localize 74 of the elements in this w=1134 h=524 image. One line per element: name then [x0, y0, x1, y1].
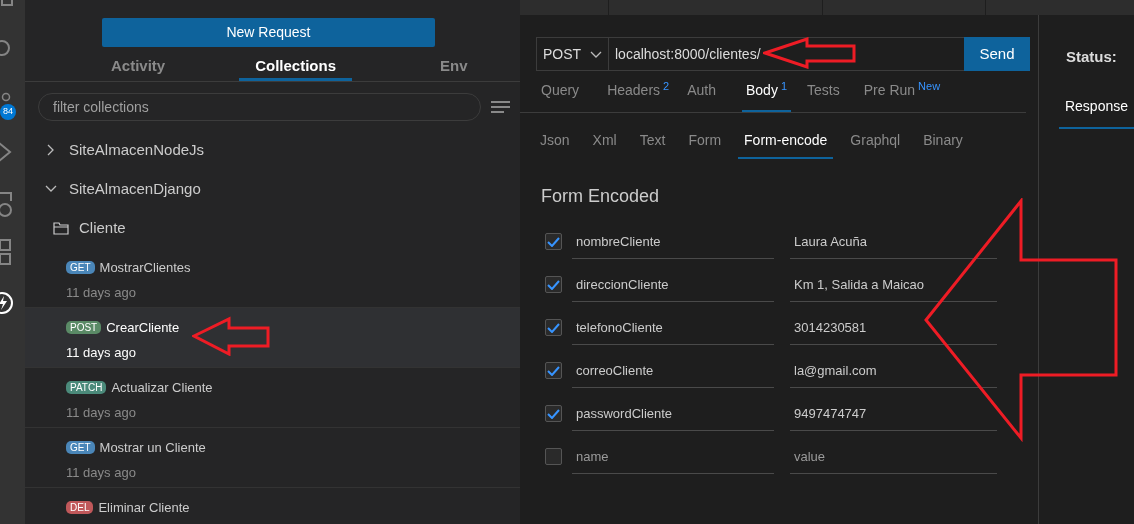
checkbox[interactable]: [545, 233, 562, 250]
checkbox[interactable]: [545, 319, 562, 336]
request-tab[interactable]: Body $^{1}$: [742, 71, 792, 112]
request-time: 11 days ago: [66, 284, 137, 302]
request-time: 11 days ago: [66, 344, 137, 362]
filter-field[interactable]: filter collections: [38, 92, 481, 121]
checkbox[interactable]: [545, 362, 562, 379]
body-tab[interactable]: Graphql: [844, 123, 907, 159]
folder-item[interactable]: Cliente: [25, 208, 520, 248]
value-field[interactable]: 9497474747: [790, 396, 997, 431]
body-tab[interactable]: Xml: [586, 123, 623, 159]
notification-badge: 84: [0, 104, 16, 120]
send-button[interactable]: Send: [964, 37, 1030, 71]
request-item[interactable]: GET MostrarClientes 11 days ago: [25, 247, 520, 308]
value-field[interactable]: Km 1, Salida a Maicao: [790, 267, 997, 302]
sidebar-tab[interactable]: Collections: [239, 55, 353, 81]
menu-icon[interactable]: [491, 100, 510, 113]
folder-icon: [53, 221, 69, 235]
body-tab[interactable]: Binary: [917, 123, 969, 159]
request-item[interactable]: PATCH Actualizar Cliente 11 days ago: [25, 367, 520, 428]
name-field[interactable]: telefonoCliente: [572, 310, 774, 345]
request-name: MostrarClientes: [99, 258, 191, 277]
request-tab[interactable]: Auth: [683, 71, 720, 112]
request-name: CrearCliente: [106, 318, 180, 337]
request-tab[interactable]: Headers $^{2}$: [603, 71, 674, 112]
method-dropdown[interactable]: POST: [536, 37, 609, 71]
new-request-button[interactable]: New Request: [102, 18, 435, 47]
extensions-icon[interactable]: [0, 238, 12, 266]
value-field[interactable]: Laura Acuña: [790, 224, 997, 259]
method-badge: PATCH: [66, 380, 107, 394]
name-field[interactable]: correoCliente: [572, 353, 774, 388]
request-tab[interactable]: Query: [537, 71, 584, 112]
name-field[interactable]: passwordCliente: [572, 396, 774, 431]
name-field[interactable]: direccionCliente: [572, 267, 774, 302]
method-badge: DEL: [66, 500, 94, 514]
method-badge: GET: [66, 440, 95, 454]
request-tab[interactable]: Pre Run $^{New}$: [859, 71, 945, 112]
response-tab[interactable]: Response: [1058, 86, 1134, 129]
request-item[interactable]: DEL Eliminar Cliente: [25, 487, 520, 524]
request-name: Eliminar Cliente: [98, 498, 190, 517]
search-icon[interactable]: [0, 38, 12, 58]
checkbox[interactable]: [545, 448, 562, 465]
sidebar-tab[interactable]: Env: [424, 55, 484, 81]
request-item[interactable]: GET Mostrar un Cliente 11 days ago: [25, 427, 520, 488]
checkbox[interactable]: [545, 276, 562, 293]
collection-item[interactable]: SiteAlmacenNodeJs: [25, 130, 520, 170]
body-tab[interactable]: Form-encode: [738, 123, 834, 159]
status-label: Status:: [1064, 47, 1118, 67]
source-control-icon[interactable]: [1, 92, 11, 102]
body-tab[interactable]: Form: [682, 123, 728, 159]
request-name: Actualizar Cliente: [111, 378, 213, 397]
run-debug-icon[interactable]: [0, 140, 12, 164]
sidebar-tab[interactable]: Activity: [95, 55, 182, 81]
body-tab[interactable]: Text: [633, 123, 672, 159]
request-time: 11 days ago: [66, 464, 137, 482]
method-badge: POST: [66, 320, 102, 334]
value-field[interactable]: 3014230581: [790, 310, 997, 345]
url-field[interactable]: localhost:8000/clientes/: [609, 37, 964, 71]
request-time: 11 days ago: [66, 404, 137, 422]
request-item[interactable]: POST CrearCliente 11 days ago: [25, 307, 520, 368]
name-field[interactable]: name: [572, 439, 774, 474]
remote-icon[interactable]: [0, 192, 14, 218]
value-field[interactable]: la@gmail.com: [790, 353, 997, 388]
lightning-icon[interactable]: [0, 291, 14, 315]
name-field[interactable]: nombreCliente: [572, 224, 774, 259]
collection-item[interactable]: SiteAlmacenDjango: [25, 169, 520, 209]
request-name: Mostrar un Cliente: [99, 438, 206, 457]
checkbox[interactable]: [545, 405, 562, 422]
method-badge: GET: [66, 260, 95, 274]
form-title: Form Encoded: [541, 185, 661, 208]
request-tab[interactable]: Tests: [803, 71, 844, 112]
value-field[interactable]: value: [790, 439, 997, 474]
chevron-down-icon: [590, 50, 602, 58]
body-tab[interactable]: Json: [534, 123, 576, 159]
